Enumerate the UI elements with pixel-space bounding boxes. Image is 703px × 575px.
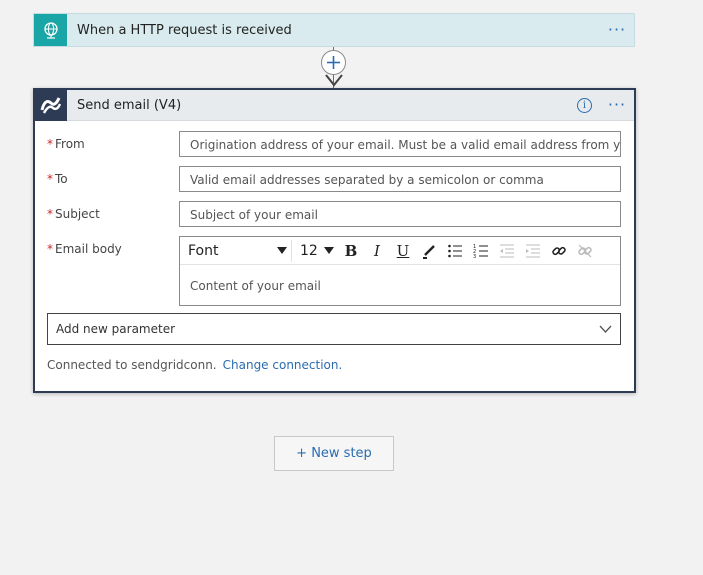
action-card-header[interactable]: Send email (V4) i ··· [35,89,634,121]
trigger-card-http-request[interactable]: When a HTTP request is received ··· [33,13,635,47]
increase-indent-icon [526,244,540,257]
caret-down-icon [277,247,287,254]
bulleted-list-icon [448,244,462,257]
bold-button[interactable]: B [338,240,364,262]
to-label: * To [47,172,68,186]
action-more-options-icon[interactable]: ··· [600,97,634,113]
email-body-input[interactable]: Content of your email [180,265,620,307]
svg-text:3: 3 [473,254,476,259]
from-field[interactable]: Origination address of your email. Must … [179,131,621,157]
from-label: * From [47,137,85,151]
bulleted-list-button[interactable] [442,240,468,262]
underline-button[interactable]: U [390,240,416,262]
send-email-action-card: Send email (V4) i ··· * From Origination … [33,88,636,393]
change-connection-link[interactable]: Change connection. [223,358,343,372]
email-body-editor: Font 12 B I U 123 Content of your email [179,236,621,306]
link-icon [552,246,566,255]
brush-icon [423,244,435,259]
add-parameter-label: Add new parameter [56,322,176,336]
trigger-more-options-icon[interactable]: ··· [600,22,634,38]
plus-icon [327,56,340,69]
chevron-down-icon [599,325,612,333]
caret-down-icon [324,247,334,254]
email-body-label: * Email body [47,242,122,256]
to-field[interactable]: Valid email addresses separated by a sem… [179,166,621,192]
flow-arrow-down-icon [325,74,343,87]
subject-field[interactable]: Subject of your email [179,201,621,227]
italic-button[interactable]: I [364,240,390,262]
decrease-indent-icon [500,244,514,257]
rich-text-toolbar: Font 12 B I U 123 [180,237,620,265]
new-step-button[interactable]: + New step [274,436,394,471]
increase-indent-button[interactable] [520,240,546,262]
globe-icon [34,14,67,46]
connection-info: Connected to sendgridconn. Change connect… [47,358,342,372]
info-icon[interactable]: i [577,97,592,113]
text-color-button[interactable] [416,240,442,262]
add-new-parameter-dropdown[interactable]: Add new parameter [47,313,621,345]
connected-to-text: Connected to sendgridconn. [47,358,217,372]
action-title: Send email (V4) [77,97,182,113]
sendgrid-logo-icon [35,89,67,121]
decrease-indent-button[interactable] [494,240,520,262]
numbered-list-button[interactable]: 123 [468,240,494,262]
insert-link-button[interactable] [546,240,572,262]
unlink-icon [578,244,592,257]
font-family-select[interactable]: Font [184,239,292,262]
font-size-select[interactable]: 12 [296,240,338,262]
trigger-title: When a HTTP request is received [77,22,292,38]
subject-label: * Subject [47,207,100,221]
remove-link-button[interactable] [572,240,598,262]
numbered-list-icon: 123 [473,244,488,259]
